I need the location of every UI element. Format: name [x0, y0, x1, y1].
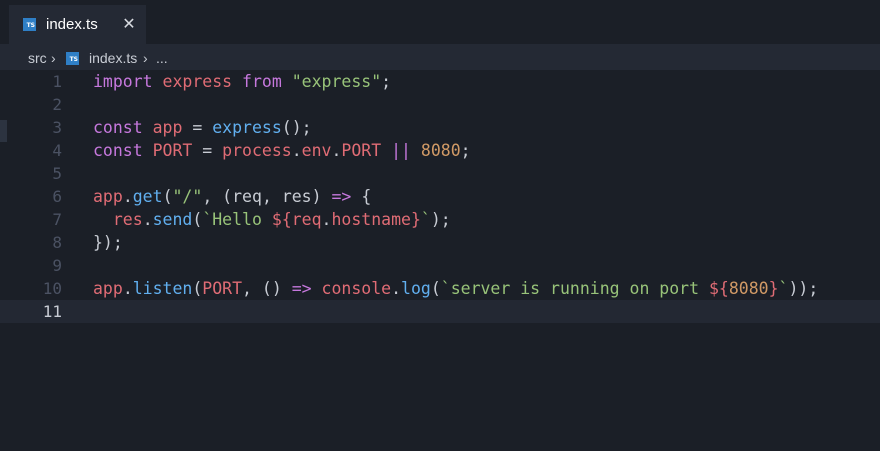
code-text: import express from "express";: [93, 72, 392, 91]
code-line[interactable]: 4 const PORT = process.env.PORT || 8080;: [0, 139, 880, 162]
tab-bar: TS index.ts ✕: [0, 0, 880, 44]
code-line[interactable]: 7 res.send(`Hello ${req.hostname}`);: [0, 208, 880, 231]
line-number: 4: [52, 141, 62, 160]
tab-index-ts[interactable]: TS index.ts ✕: [9, 5, 146, 44]
line-number: 2: [52, 95, 62, 114]
code-text: const PORT = process.env.PORT || 8080;: [93, 141, 471, 160]
code-line[interactable]: 3 const app = express();: [0, 116, 880, 139]
typescript-file-icon: TS: [66, 52, 79, 65]
code-text: app.listen(PORT, () => console.log(`serv…: [93, 279, 819, 298]
close-icon[interactable]: ✕: [120, 13, 138, 35]
typescript-file-icon: TS: [23, 18, 36, 31]
line-number: 1: [52, 72, 62, 91]
code-text: });: [93, 233, 123, 252]
code-area[interactable]: 1 import express from "express"; 2 3 con…: [0, 70, 880, 451]
code-line[interactable]: 5: [0, 162, 880, 185]
line-number: 5: [52, 164, 62, 183]
code-line[interactable]: 2: [0, 93, 880, 116]
line-number: 7: [52, 210, 62, 229]
breadcrumb-file[interactable]: index.ts: [89, 49, 137, 67]
code-text: const app = express();: [93, 118, 312, 137]
code-text: res.send(`Hello ${req.hostname}`);: [112, 210, 451, 229]
line-number: 11: [42, 302, 62, 321]
code-editor[interactable]: TS index.ts ✕ src › TS index.ts › ... 1 …: [0, 0, 880, 451]
breadcrumb-symbols[interactable]: ...: [156, 49, 168, 67]
code-line[interactable]: 8 });: [0, 231, 880, 254]
line-number: 8: [52, 233, 62, 252]
line-number: 3: [52, 118, 62, 137]
tab-label: index.ts: [46, 16, 98, 33]
breadcrumb: src › TS index.ts › ...: [0, 44, 880, 70]
code-line[interactable]: 10 app.listen(PORT, () => console.log(`s…: [0, 277, 880, 300]
code-line[interactable]: 1 import express from "express";: [0, 70, 880, 93]
chevron-right-icon: ›: [143, 50, 148, 66]
code-line[interactable]: 6 app.get("/", (req, res) => {: [0, 185, 880, 208]
line-number: 10: [42, 279, 62, 298]
code-line-current[interactable]: 11: [0, 300, 880, 323]
code-line[interactable]: 9: [0, 254, 880, 277]
breadcrumb-folder-src[interactable]: src: [28, 49, 47, 67]
chevron-right-icon: ›: [51, 50, 56, 66]
code-text: app.get("/", (req, res) => {: [93, 187, 372, 206]
line-number: 9: [52, 256, 62, 275]
line-number: 6: [52, 187, 62, 206]
